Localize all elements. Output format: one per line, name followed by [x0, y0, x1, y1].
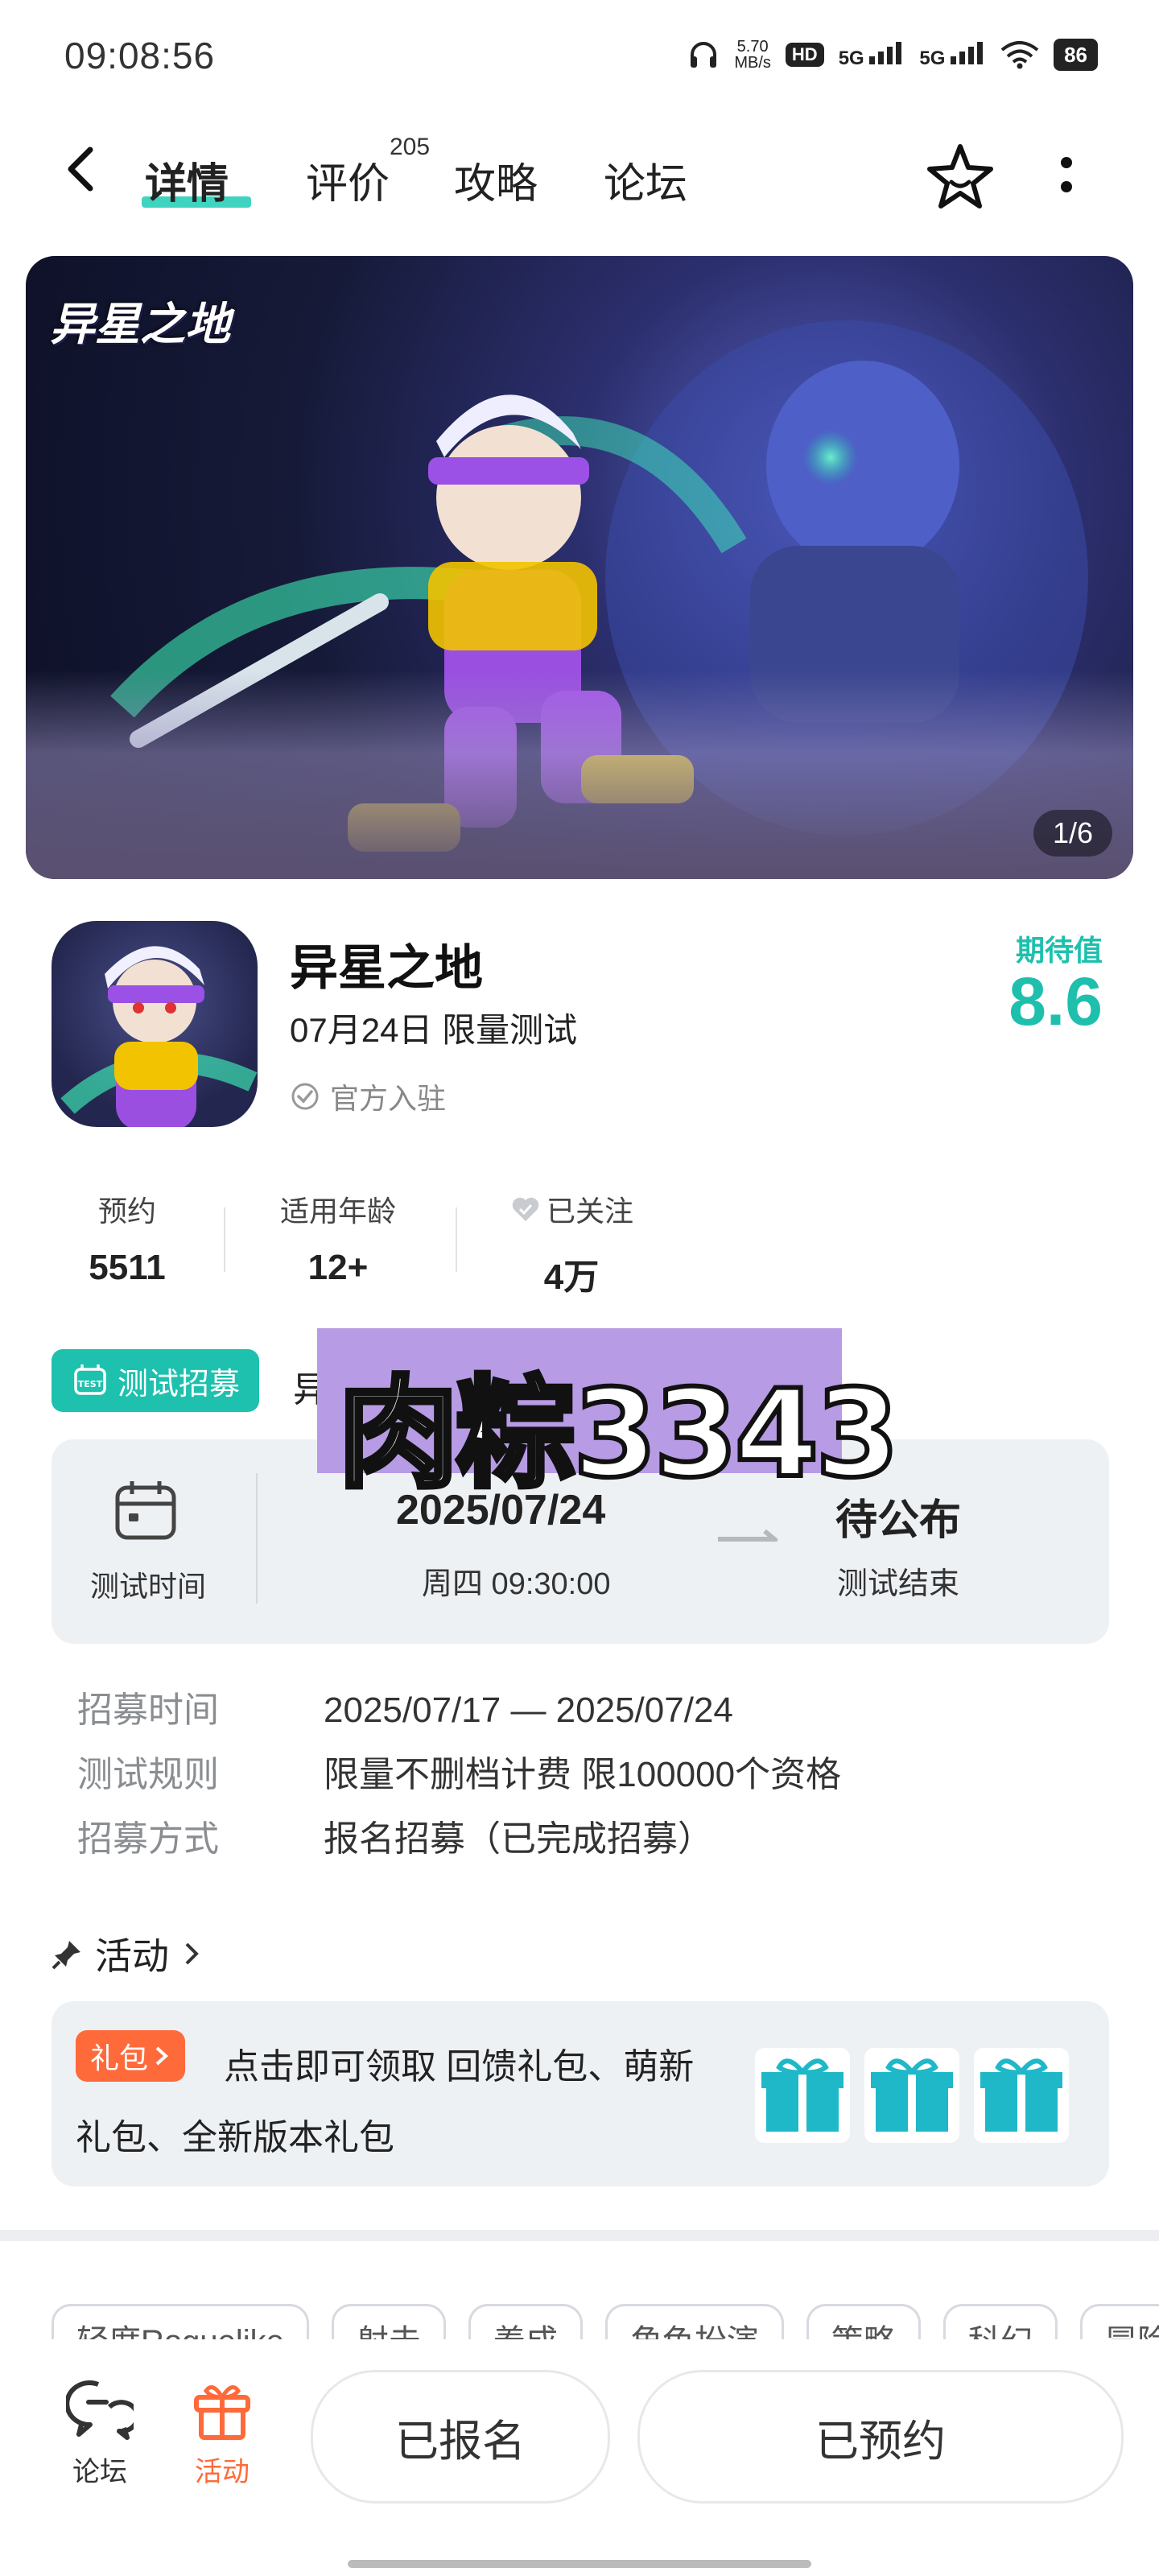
banner-pager: 1/6: [1033, 810, 1112, 857]
game-app-icon: [52, 921, 258, 1127]
home-indicator: [348, 2560, 811, 2568]
headphones-icon: [691, 42, 717, 68]
recruit-method-row: 招募方式 报名招募（已完成招募）: [77, 1819, 713, 1859]
check-circle-icon: [291, 1083, 319, 1110]
banner-ground: [26, 670, 1133, 879]
game-logo: 异星之地: [50, 299, 230, 349]
test-icon: TEST: [74, 1364, 106, 1395]
favorite-star-icon[interactable]: [924, 140, 996, 213]
banner-carousel[interactable]: 异星之地 1/6: [26, 256, 1133, 879]
tab-details[interactable]: 详情: [145, 150, 229, 210]
network-5g-2: 5G: [919, 40, 986, 70]
more-options-icon[interactable]: [1054, 153, 1079, 204]
wifi-icon: [1000, 41, 1039, 69]
activity-header[interactable]: 活动: [52, 1927, 204, 1980]
gift-icon[interactable]: [755, 2048, 850, 2143]
gift-icon[interactable]: [974, 2048, 1069, 2143]
network-5g-1: 5G: [839, 40, 905, 70]
signal-icon: [951, 41, 984, 64]
test-rules-row: 测试规则 限量不删档计费 限100000个资格: [77, 1755, 842, 1794]
section-separator: [0, 2230, 1159, 2241]
game-name: 异星之地: [290, 941, 483, 995]
network-speed: 5.70 MB/s: [734, 38, 771, 72]
stat-followers[interactable]: 已关注 4万: [499, 1188, 644, 1299]
official-badge: 官方入驻: [290, 1075, 446, 1117]
battery-indicator: 86: [1054, 39, 1098, 71]
gift-box-icon: [194, 2385, 250, 2440]
game-icon-art: [60, 946, 258, 1127]
gift-tag: 礼包: [76, 2030, 186, 2082]
reviews-count: 205: [390, 134, 431, 160]
test-start-time: 周四 09:30:00: [422, 1567, 611, 1601]
chevron-right-icon: [155, 2046, 168, 2066]
heart-check-icon: [512, 1197, 539, 1221]
status-icons: 5.70 MB/s HD 5G 5G 86: [687, 39, 1098, 71]
arrow-right-icon: [718, 1529, 777, 1542]
tab-reviews[interactable]: 评价: [306, 150, 390, 210]
stat-reservations: 预约 5511: [89, 1195, 166, 1287]
hd-badge: HD: [785, 43, 824, 67]
chevron-right-icon: [185, 1942, 199, 1965]
tab-forum[interactable]: 论坛: [604, 150, 687, 210]
rating-value: 8.6: [1008, 964, 1103, 1039]
stat-divider: [224, 1208, 225, 1272]
tab-guides[interactable]: 攻略: [454, 150, 538, 210]
stat-divider: [456, 1208, 457, 1272]
bottom-forum-button[interactable]: 论坛: [52, 2378, 148, 2489]
gift-icon[interactable]: [864, 2048, 959, 2143]
signed-up-button[interactable]: 已报名: [311, 2370, 610, 2504]
time-card-divider: [256, 1473, 258, 1604]
pin-icon: [52, 1941, 80, 1970]
bottom-activity-button[interactable]: 活动: [174, 2378, 270, 2489]
test-end-label: 测试结束: [837, 1567, 960, 1601]
forum-chat-icon: [64, 2380, 140, 2440]
back-arrow-icon[interactable]: [61, 145, 101, 193]
recruit-period-row: 招募时间 2025/07/17 — 2025/07/24: [77, 1690, 733, 1730]
test-date: 07月24日 限量测试: [290, 1011, 578, 1049]
reserved-button[interactable]: 已预约: [637, 2370, 1124, 2504]
status-time: 09:08:56: [64, 35, 216, 76]
signal-icon: [869, 41, 902, 64]
test-recruit-badge: TEST 测试招募: [52, 1349, 260, 1412]
test-time-label: 测试时间: [90, 1570, 207, 1603]
stat-age-rating: 适用年龄 12+: [279, 1195, 396, 1287]
svg-text:TEST: TEST: [78, 1379, 103, 1389]
watermark-text: 肉粽3343: [336, 1362, 901, 1507]
calendar-icon: [115, 1481, 176, 1540]
